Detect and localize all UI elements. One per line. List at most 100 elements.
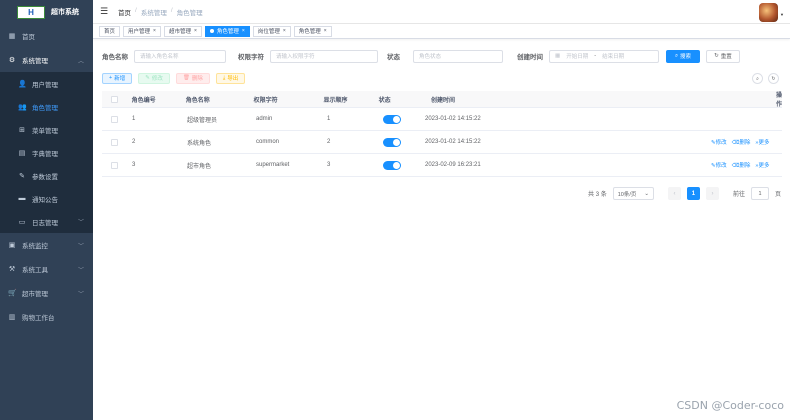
op-label: 修改 — [715, 163, 727, 169]
sidebar-item-config[interactable]: ✎ 参数设置 — [0, 164, 93, 187]
status-switch[interactable] — [383, 114, 401, 124]
tag-label: 首页 — [104, 29, 116, 35]
sidebar-item-user[interactable]: 👤 用户管理 — [0, 72, 93, 95]
tree-icon: ⊞ — [19, 126, 25, 134]
search-button[interactable]: ⌕ 搜索 — [666, 49, 700, 63]
sidebar-item-market[interactable]: 🛒 超市管理 ﹀ — [0, 281, 93, 305]
logo[interactable]: H 超市系统 — [0, 0, 93, 24]
delete-button[interactable]: 🗑 删除 — [175, 72, 210, 84]
refresh-icon: ↻ — [714, 53, 719, 59]
sidebar: H 超市系统 ▦ 首页 ⚙ 系统管理 ︿ 👤 用户管理 👥 角色管理 ⊞ 菜单管… — [0, 0, 93, 420]
status-label: 状态 — [387, 54, 400, 61]
sidebar-item-notice[interactable]: ▬ 通知公告 — [0, 187, 93, 210]
close-icon[interactable]: × — [153, 28, 156, 34]
status-switch[interactable] — [383, 160, 401, 170]
sidebar-item-label: 系统管理 — [22, 58, 48, 65]
column-header: 角色名称 — [185, 97, 210, 104]
next-page-button[interactable]: › — [705, 187, 719, 200]
op-label: 更多 — [758, 140, 770, 146]
tag-role[interactable]: 角色管理 × — [293, 25, 332, 37]
close-icon[interactable]: × — [194, 28, 197, 34]
row-check-cell — [102, 138, 127, 146]
row-edit-link[interactable]: ✎修改 — [711, 138, 727, 146]
column-header: 状态 — [378, 97, 391, 104]
sidebar-item-home[interactable]: ▦ 首页 — [0, 24, 93, 48]
cell-role-id: 1 — [132, 116, 136, 122]
page-number-button[interactable]: 1 — [686, 187, 700, 200]
add-button-label: 新增 — [114, 76, 126, 82]
refresh-button[interactable]: ↻ — [768, 73, 779, 84]
role-name-input[interactable]: 请输入角色名称 — [134, 49, 226, 63]
status-switch[interactable] — [383, 137, 401, 147]
row-more-link[interactable]: »更多 — [755, 138, 769, 146]
calendar-icon: ▦ — [555, 53, 561, 59]
chevron-down-icon: ﹀ — [77, 220, 84, 226]
end-date-input[interactable]: 结束日期 — [602, 52, 624, 60]
tag-market[interactable]: 超市管理 × — [163, 25, 202, 37]
sidebar-item-label: 菜单管理 — [32, 127, 58, 135]
cell-ops: ✎修改 ⌫删除 »更多 — [551, 161, 782, 169]
search-icon: ⌕ — [756, 75, 759, 82]
workbench-icon: ▥ — [8, 314, 16, 321]
tag-home[interactable]: 首页 — [99, 25, 121, 37]
close-icon[interactable]: × — [242, 28, 245, 34]
table-header: 角色编号 角色名称 权限字符 显示顺序 状态 创建时间 操作 — [102, 91, 782, 108]
row-checkbox[interactable] — [111, 161, 118, 169]
chevron-down-icon: ⌄ — [644, 190, 649, 197]
row-more-link[interactable]: »更多 — [755, 161, 769, 169]
row-edit-link[interactable]: ✎修改 — [711, 161, 727, 169]
sidebar-item-label: 购物工作台 — [22, 315, 55, 322]
role-name-label: 角色名称 — [102, 54, 128, 61]
sidebar-item-log[interactable]: ▭ 日志管理 ﹀ — [0, 210, 93, 233]
reset-button[interactable]: ↻ 重置 — [706, 49, 740, 63]
prev-page-button[interactable]: ‹ — [667, 187, 681, 200]
column-header: 角色编号 — [131, 97, 156, 104]
row-checkbox[interactable] — [111, 115, 118, 123]
edit-button[interactable]: ✎ 修改 — [138, 72, 170, 84]
pagination-total: 共 3 条 — [588, 192, 607, 198]
tag-user[interactable]: 用户管理 × — [123, 25, 161, 37]
cell-status — [381, 114, 421, 124]
status-select[interactable]: 角色状态 — [413, 49, 503, 63]
breadcrumb-item: 系统管理 — [140, 9, 167, 17]
cell-role-name: 超级管理员 — [187, 117, 218, 124]
export-button[interactable]: ⤓ 导出 — [215, 72, 246, 84]
page-size-select[interactable]: 10条/页 ⌄ — [612, 187, 654, 200]
sidebar-item-dict[interactable]: ▤ 字典管理 — [0, 141, 93, 164]
submenu-system: 👤 用户管理 👥 角色管理 ⊞ 菜单管理 ▤ 字典管理 ✎ 参数设置 ▬ 通知公… — [0, 72, 93, 233]
active-dot-icon — [209, 29, 214, 33]
row-checkbox[interactable] — [111, 138, 118, 146]
date-separator: - — [594, 53, 597, 59]
hamburger-icon[interactable]: ☰ — [100, 6, 110, 17]
sidebar-item-system[interactable]: ⚙ 系统管理 ︿ — [0, 48, 93, 72]
tag-role-active[interactable]: 角色管理 × — [204, 25, 250, 37]
caret-down-icon[interactable]: ▼ — [780, 12, 784, 17]
close-icon[interactable]: × — [283, 28, 286, 34]
sidebar-item-workbench[interactable]: ▥ 购物工作台 — [0, 305, 93, 329]
sidebar-item-tools[interactable]: ⚒ 系统工具 ﹀ — [0, 257, 93, 281]
start-date-input[interactable]: 开始日期 — [566, 52, 588, 60]
op-label: 删除 — [739, 140, 751, 146]
avatar[interactable] — [759, 3, 778, 22]
select-all-checkbox[interactable] — [110, 95, 118, 103]
sidebar-item-label: 角色管理 — [32, 104, 58, 112]
cell-ops: ✎修改 ⌫删除 »更多 — [551, 138, 782, 146]
log-icon: ▭ — [18, 218, 26, 226]
row-delete-link[interactable]: ⌫删除 — [732, 161, 751, 169]
sidebar-item-role[interactable]: 👥 角色管理 — [0, 95, 93, 118]
sidebar-item-menu[interactable]: ⊞ 菜单管理 — [0, 118, 93, 141]
tag-post[interactable]: 岗位管理 × — [252, 25, 291, 37]
close-icon[interactable]: × — [324, 28, 327, 34]
goto-page-input[interactable]: 1 — [750, 187, 769, 200]
cell-create-time: 2023-02-09 16:23:21 — [425, 162, 481, 168]
role-key-label: 权限字符 — [238, 54, 264, 61]
date-range-picker[interactable]: ▦ 开始日期 - 结束日期 — [549, 49, 659, 63]
toggle-search-button[interactable]: ⌕ — [752, 73, 763, 84]
chevron-down-icon: ﹀ — [77, 267, 84, 274]
breadcrumb-item[interactable]: 首页 — [118, 7, 131, 17]
role-key-input[interactable]: 请输入权限字符 — [270, 49, 378, 63]
row-delete-link[interactable]: ⌫删除 — [732, 138, 751, 146]
user-icon: 👤 — [18, 80, 27, 88]
add-button[interactable]: + 新增 — [102, 72, 133, 84]
sidebar-item-monitor[interactable]: ▣ 系统监控 ﹀ — [0, 233, 93, 257]
